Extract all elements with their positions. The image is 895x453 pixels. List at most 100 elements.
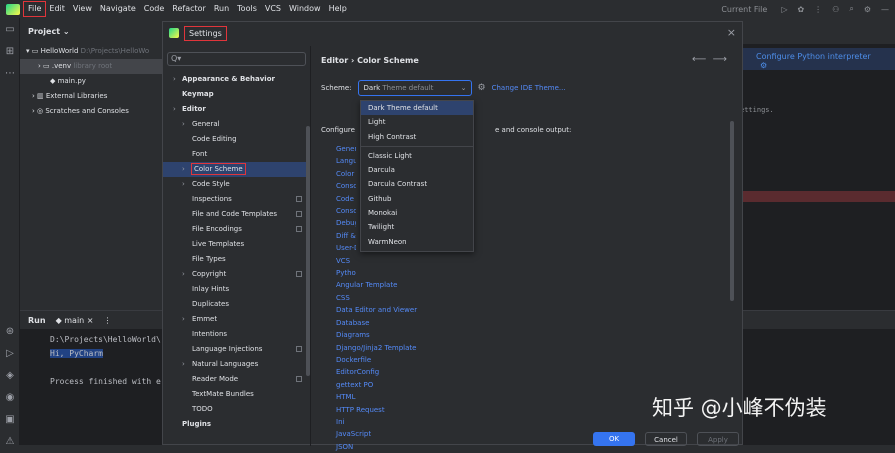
scheme-option[interactable]: Monokai xyxy=(361,206,473,220)
menu-view[interactable]: View xyxy=(69,2,96,16)
scheme-option[interactable]: Classic Light xyxy=(361,149,473,163)
category-link[interactable]: Data Editor and Viewer xyxy=(336,304,417,316)
nav-item-duplicates[interactable]: Duplicates xyxy=(163,297,310,312)
nav-item-emmet[interactable]: › Emmet xyxy=(163,312,310,327)
terminal-icon[interactable]: ▣ xyxy=(4,414,16,426)
nav-item-keymap[interactable]: Keymap xyxy=(163,87,310,102)
menu-navigate[interactable]: Navigate xyxy=(96,2,140,16)
nav-item-textmate-bundles[interactable]: TextMate Bundles xyxy=(163,387,310,402)
right-scrollbar[interactable] xyxy=(730,121,734,301)
settings-gear-icon[interactable]: ⚙ xyxy=(864,5,871,14)
category-link[interactable]: General xyxy=(336,143,356,155)
tree-item[interactable]: ▾ ▭ HelloWorld D:\Projects\HelloWo xyxy=(20,44,162,59)
minimize-icon[interactable]: — xyxy=(881,5,889,14)
layers-icon[interactable]: ◈ xyxy=(4,370,16,382)
nav-item-copyright[interactable]: › Copyright xyxy=(163,267,310,282)
category-link[interactable]: Console Font xyxy=(336,205,356,217)
run-tab-main[interactable]: ◆ main × xyxy=(56,316,94,325)
menu-run[interactable]: Run xyxy=(210,2,233,16)
scheme-option[interactable]: Twilight xyxy=(361,220,473,234)
tree-item[interactable]: ◆ main.py xyxy=(20,74,162,89)
notification-gear-icon[interactable]: ⚙ xyxy=(760,61,767,70)
nav-item-file-types[interactable]: File Types xyxy=(163,252,310,267)
more-tools-icon[interactable]: ⋯ xyxy=(4,68,16,80)
change-ide-theme-link[interactable]: Change IDE Theme... xyxy=(492,84,566,92)
menu-vcs[interactable]: VCS xyxy=(261,2,285,16)
category-link[interactable]: Console Colors xyxy=(336,180,356,192)
nav-item-file-and-code-templates[interactable]: File and Code Templates xyxy=(163,207,310,222)
tree-item[interactable]: › ◎ Scratches and Consoles xyxy=(20,104,162,119)
ok-button[interactable]: OK xyxy=(593,432,635,446)
nav-item-live-templates[interactable]: Live Templates xyxy=(163,237,310,252)
nav-item-code-editing[interactable]: Code Editing xyxy=(163,132,310,147)
menu-code[interactable]: Code xyxy=(140,2,168,16)
category-link[interactable]: CSS xyxy=(336,292,417,304)
menu-refactor[interactable]: Refactor xyxy=(168,2,210,16)
category-link[interactable]: Diff & Merge xyxy=(336,230,356,242)
run-tool-icon[interactable]: ▷ xyxy=(4,348,16,360)
project-panel-title[interactable]: Project ⌄ xyxy=(20,18,162,44)
interpreter-notification[interactable]: Configure Python interpreter ⚙ xyxy=(740,48,895,70)
nav-item-file-encodings[interactable]: File Encodings xyxy=(163,222,310,237)
nav-scrollbar[interactable] xyxy=(306,126,310,376)
scheme-option[interactable]: High Contrast xyxy=(361,130,473,144)
nav-item-general[interactable]: › General xyxy=(163,117,310,132)
category-link[interactable]: Diagrams xyxy=(336,329,417,341)
nav-item-language-injections[interactable]: Language Injections xyxy=(163,342,310,357)
category-link[interactable]: HTTP Request xyxy=(336,404,417,416)
scheme-option[interactable]: WarmNeon xyxy=(361,235,473,249)
category-link[interactable]: EditorConfig xyxy=(336,366,417,378)
category-link[interactable]: Color Scheme Font xyxy=(336,168,356,180)
search-everywhere-icon[interactable]: ⌕ xyxy=(849,4,853,14)
scheme-option[interactable]: Github xyxy=(361,192,473,206)
services-icon[interactable]: ◉ xyxy=(4,392,16,404)
python-packages-icon[interactable]: ⊛ xyxy=(4,326,16,338)
nav-item-editor[interactable]: › Editor xyxy=(163,102,310,117)
nav-arrows[interactable]: ⟵ ⟶ xyxy=(692,54,727,65)
scheme-option[interactable]: Light xyxy=(361,115,473,129)
category-link[interactable]: gettext PO xyxy=(336,379,417,391)
category-link[interactable]: User-Defined File Types xyxy=(336,242,356,254)
menu-file[interactable]: File xyxy=(22,1,47,17)
configure-interpreter-link[interactable]: Configure Python interpreter xyxy=(756,52,871,61)
cancel-button[interactable]: Cancel xyxy=(645,432,687,446)
run-more-icon[interactable]: ⋮ xyxy=(104,316,112,325)
category-link[interactable]: Python xyxy=(336,267,356,279)
nav-item-appearance-behavior[interactable]: › Appearance & Behavior xyxy=(163,72,310,87)
category-link[interactable]: JavaScript xyxy=(336,428,417,440)
nav-item-code-style[interactable]: › Code Style xyxy=(163,177,310,192)
account-icon[interactable]: ⚇ xyxy=(832,5,839,14)
project-folder-icon[interactable]: ▭ xyxy=(4,24,16,36)
nav-item-font[interactable]: Font xyxy=(163,147,310,162)
category-link[interactable]: Angular Template xyxy=(336,279,417,291)
category-link[interactable]: Debugger xyxy=(336,217,356,229)
category-link[interactable]: Django/Jinja2 Template xyxy=(336,342,417,354)
scheme-option[interactable]: Dark Theme default xyxy=(361,101,473,116)
category-link[interactable]: VCS xyxy=(336,255,356,267)
category-link[interactable]: Ini xyxy=(336,416,417,428)
scheme-select[interactable]: Dark Theme default ⌄ xyxy=(357,80,472,96)
run-icon[interactable]: ▷ xyxy=(781,5,787,14)
nav-item-inlay-hints[interactable]: Inlay Hints xyxy=(163,282,310,297)
menu-help[interactable]: Help xyxy=(325,2,351,16)
category-link[interactable]: HTML xyxy=(336,391,417,403)
menu-tools[interactable]: Tools xyxy=(233,2,261,16)
nav-item-plugins[interactable]: Plugins xyxy=(163,417,310,432)
settings-search-input[interactable]: Q▾ xyxy=(167,52,306,66)
nav-item-reader-mode[interactable]: Reader Mode xyxy=(163,372,310,387)
category-link[interactable]: Dockerfile xyxy=(336,354,417,366)
apply-button[interactable]: Apply xyxy=(697,432,739,446)
debug-icon[interactable]: ✿ xyxy=(797,5,804,14)
tree-item[interactable]: › ▭ .venv library root xyxy=(20,59,162,74)
nav-item-color-scheme[interactable]: › Color Scheme xyxy=(163,162,310,177)
menu-window[interactable]: Window xyxy=(285,2,325,16)
category-link[interactable]: Code xyxy=(336,193,356,205)
nav-item-intentions[interactable]: Intentions xyxy=(163,327,310,342)
nav-item-todo[interactable]: TODO xyxy=(163,402,310,417)
scheme-option[interactable]: Darcula xyxy=(361,163,473,177)
nav-item-natural-languages[interactable]: › Natural Languages xyxy=(163,357,310,372)
nav-item-inspections[interactable]: Inspections xyxy=(163,192,310,207)
menu-edit[interactable]: Edit xyxy=(45,2,69,16)
category-link[interactable]: Language Defaults xyxy=(336,155,356,167)
problems-icon[interactable]: ⚠ xyxy=(4,436,16,448)
